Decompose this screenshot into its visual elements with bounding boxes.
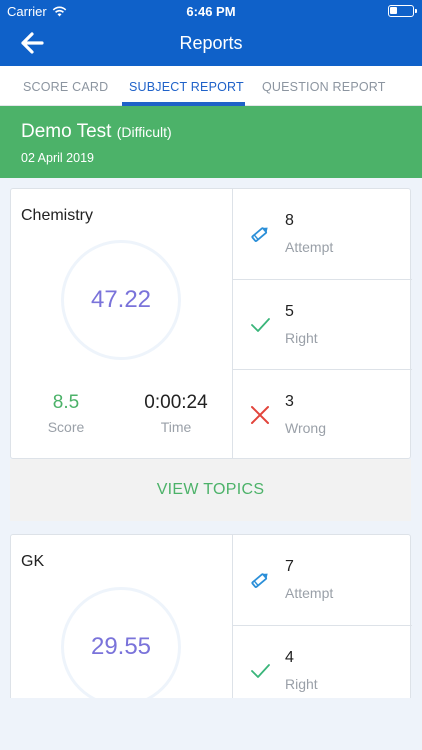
wrong-label: Wrong	[285, 420, 326, 436]
right-row: 5 Right	[233, 279, 412, 369]
score-value: 8.5	[52, 392, 80, 413]
test-date: 02 April 2019	[21, 151, 94, 165]
time-stat: 0:00:24 Time	[121, 392, 231, 435]
attempt-count: 8	[285, 212, 294, 229]
checkmark-icon	[251, 664, 270, 678]
wrong-row: 3 Wrong	[233, 369, 412, 459]
right-label: Right	[285, 330, 318, 346]
time-value: 0:00:24	[144, 392, 208, 413]
report-tabs: SCORE CARD SUBJECT REPORT QUESTION REPOR…	[0, 66, 422, 106]
test-level: (Difficult)	[116, 124, 172, 140]
percentage-value: 29.55	[90, 633, 152, 660]
battery-icon	[388, 5, 417, 17]
test-title: Demo Test (Difficult)	[21, 121, 172, 143]
tab-subject-report[interactable]: SUBJECT REPORT	[129, 80, 244, 94]
wrong-count: 3	[285, 393, 294, 410]
score-stat: 8.5 Score	[11, 392, 121, 435]
attempt-row: 7 Attempt	[233, 535, 412, 625]
subject-breakdown: 8 Attempt 5 Right 3 Wrong	[232, 189, 412, 458]
subject-card-chemistry: Chemistry 47.22 8.5 Score 0:00:24 Time 8…	[10, 188, 412, 459]
time-label: Time	[160, 419, 192, 435]
top-bar: Carrier 6:46 PM Reports	[0, 0, 422, 66]
test-name: Demo Test	[21, 121, 112, 142]
subject-name: GK	[21, 553, 45, 570]
percentage-value: 47.22	[90, 286, 152, 313]
view-topics-button[interactable]: VIEW TOPICS	[10, 459, 411, 521]
score-label: Score	[47, 419, 85, 435]
attempt-count: 7	[285, 558, 294, 575]
page-title: Reports	[179, 33, 243, 53]
percentage-ring: 29.55	[61, 587, 181, 707]
status-time: 6:46 PM	[186, 4, 236, 19]
pencil-icon	[251, 573, 268, 588]
tab-question-report[interactable]: QUESTION REPORT	[262, 80, 386, 94]
tab-score-card[interactable]: SCORE CARD	[23, 80, 108, 94]
right-count: 5	[285, 303, 294, 320]
percentage-ring: 47.22	[61, 240, 181, 360]
subject-summary: Chemistry 47.22 8.5 Score 0:00:24 Time	[11, 189, 232, 458]
right-count: 4	[285, 649, 294, 666]
pencil-icon	[251, 227, 268, 242]
test-header: Demo Test (Difficult) 02 April 2019	[0, 106, 422, 178]
right-label: Right	[285, 676, 318, 692]
cross-icon	[251, 406, 269, 424]
status-bar: Carrier 6:46 PM	[0, 0, 422, 22]
checkmark-icon	[251, 318, 270, 332]
attempt-row: 8 Attempt	[233, 189, 412, 279]
subject-name: Chemistry	[21, 207, 94, 224]
attempt-label: Attempt	[285, 585, 334, 601]
attempt-label: Attempt	[285, 239, 334, 255]
bottom-background	[0, 698, 422, 750]
